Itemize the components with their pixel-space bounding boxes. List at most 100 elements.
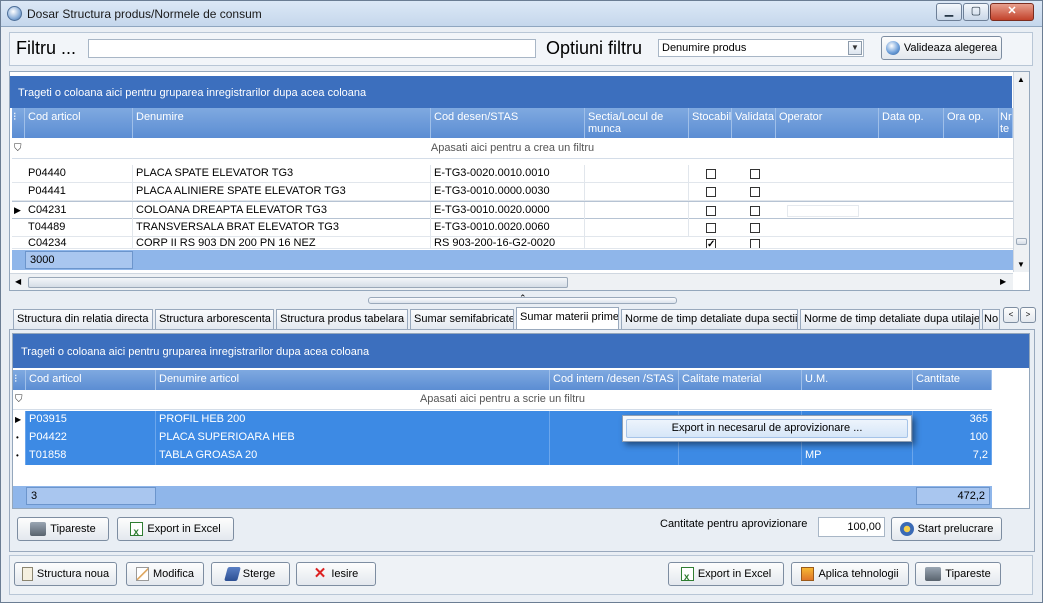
eraser-icon (223, 567, 241, 582)
validata-checkbox[interactable] (750, 223, 760, 233)
table-row[interactable]: C04234 CORP II RS 903 DN 200 PN 16 NEZ R… (12, 237, 1013, 249)
col-data-op[interactable]: Data op. (879, 108, 944, 138)
splitter-handle[interactable]: ⌃ (368, 293, 677, 304)
new-structure-button[interactable]: Structura noua (14, 562, 117, 586)
column-chooser-icon[interactable]: ⁝ (12, 108, 25, 138)
cell-denumire: PLACA SUPERIOARA HEB (156, 429, 550, 447)
chevron-up-icon[interactable]: ⌃ (519, 293, 527, 304)
cell-cantitate: 100 (913, 429, 992, 447)
filter-bar: Filtru ... Optiuni filtru Denumire produ… (9, 32, 1033, 66)
cell-cod: C04231 (25, 202, 133, 220)
table-row-current[interactable]: ▶ C04231 COLOANA DREAPTA ELEVATOR TG3 E-… (12, 201, 1013, 220)
col-stocabil[interactable]: Stocabil (689, 108, 732, 138)
stocabil-checkbox[interactable] (706, 237, 716, 248)
export-excel-bottom-button[interactable]: x Export in Excel (668, 562, 784, 586)
scrollbar-thumb[interactable] (1016, 238, 1027, 245)
cell-cod: T04489 (25, 219, 133, 237)
col-cod-articol[interactable]: Cod articol (26, 370, 156, 390)
col-calitate[interactable]: Calitate material (679, 370, 802, 390)
tab-sumar-semifabricate[interactable]: Sumar semifabricate (410, 309, 514, 329)
modify-button[interactable]: Modifica (126, 562, 204, 586)
col-sectia[interactable]: Sectia/Locul de munca (585, 108, 689, 138)
scroll-up-icon[interactable]: ▲ (1017, 75, 1025, 84)
cell-sectia (585, 165, 689, 183)
col-cod-articol[interactable]: Cod articol (25, 108, 133, 138)
close-button[interactable]: ✕ (990, 3, 1034, 21)
filter-row[interactable]: ⛉ Apasati aici pentru a scrie un filtru (13, 390, 992, 410)
col-cod-intern[interactable]: Cod intern /desen /STAS (550, 370, 679, 390)
tab-structura-arborescenta[interactable]: Structura arborescenta (155, 309, 274, 329)
table-row[interactable]: P04440 PLACA SPATE ELEVATOR TG3 E-TG3-00… (12, 165, 1013, 183)
cell-denumire: PLACA ALINIERE SPATE ELEVATOR TG3 (133, 183, 431, 201)
col-denumire[interactable]: Denumire (133, 108, 431, 138)
export-excel-button[interactable]: x Export in Excel (117, 517, 234, 541)
col-denumire-articol[interactable]: Denumire articol (156, 370, 550, 390)
tab-norme-utilaje[interactable]: Norme de timp detaliate dupa utilaje (800, 309, 980, 329)
stocabil-checkbox[interactable] (706, 206, 716, 216)
cell-denumire: COLOANA DREAPTA ELEVATOR TG3 (133, 202, 431, 220)
filter-row-hint: Apasati aici pentru a crea un filtru (430, 142, 595, 154)
col-validata[interactable]: Validata (732, 108, 776, 138)
start-processing-button[interactable]: Start prelucrare (891, 517, 1002, 541)
row-indicator-icon: • (13, 447, 26, 465)
print-button[interactable]: Tipareste (17, 517, 109, 541)
cell-denumire: PLACA SPATE ELEVATOR TG3 (133, 165, 431, 183)
vertical-scrollbar[interactable]: ▲ ▼ (1013, 72, 1029, 272)
scroll-right-icon[interactable]: ▶ (1000, 277, 1006, 286)
delete-button[interactable]: Sterge (211, 562, 290, 586)
cell-desen: RS 903-200-16-G2-0020 (431, 237, 585, 248)
exit-button[interactable]: ✕ Iesire (296, 562, 376, 586)
col-ora-op[interactable]: Ora op. (944, 108, 999, 138)
tab-norme-sectii[interactable]: Norme de timp detaliate dupa sectii (621, 309, 798, 329)
col-cod-desen[interactable]: Cod desen/STAS (431, 108, 585, 138)
stocabil-checkbox[interactable] (706, 169, 716, 179)
group-by-area[interactable]: Trageti o coloana aici pentru gruparea i… (10, 76, 1012, 108)
chevron-down-icon[interactable]: ▼ (848, 41, 862, 55)
tab-overflow[interactable]: No (982, 309, 1000, 329)
stocabil-checkbox[interactable] (706, 187, 716, 197)
filter-options-select[interactable]: Denumire produs ▼ (658, 39, 864, 57)
operator-cell-editor[interactable] (787, 205, 859, 217)
stocabil-checkbox[interactable] (706, 223, 716, 233)
apply-technologies-label: Aplica tehnologii (818, 568, 899, 580)
tabs-scroll-right-icon[interactable]: > (1020, 307, 1036, 323)
cell-denumire: TABLA GROASA 20 (156, 447, 550, 465)
products-grid: Trageti o coloana aici pentru gruparea i… (9, 71, 1030, 291)
tab-structura-directa[interactable]: Structura din relatia directa (13, 309, 153, 329)
column-chooser-icon[interactable]: ⁝ (13, 370, 26, 390)
tab-sumar-materii-prime[interactable]: Sumar materii prime (516, 307, 619, 330)
tabs-scroll-left-icon[interactable]: < (1003, 307, 1019, 323)
apply-technologies-button[interactable]: Aplica tehnologii (791, 562, 909, 586)
maximize-button[interactable]: ▢ (963, 3, 989, 21)
horizontal-scrollbar[interactable]: ◀ ▶ (10, 273, 1013, 290)
funnel-icon: ⛉ (14, 143, 22, 154)
minimize-button[interactable]: ▁ (936, 3, 962, 21)
scroll-left-icon[interactable]: ◀ (15, 277, 21, 286)
validata-checkbox[interactable] (750, 206, 760, 216)
funnel-icon: ⛉ (15, 394, 23, 405)
validata-checkbox[interactable] (750, 187, 760, 197)
cell-desen: E-TG3-0010.0020.0000 (431, 202, 585, 220)
validata-checkbox[interactable] (750, 239, 760, 248)
table-row[interactable]: • T01858 TABLA GROASA 20 MP 7,2 (13, 447, 992, 465)
group-by-area[interactable]: Trageti o coloana aici pentru gruparea i… (13, 334, 1029, 368)
export-necesar-menu-item[interactable]: Export in necesarul de aprovizionare ... (626, 419, 908, 438)
cell-cod: P04440 (25, 165, 133, 183)
validate-button[interactable]: Valideaza alegerea (881, 36, 1002, 60)
quantity-input[interactable] (818, 517, 885, 537)
print-bottom-button[interactable]: Tipareste (915, 562, 1001, 586)
filter-row[interactable]: ⛉ Apasati aici pentru a crea un filtru (12, 139, 1013, 159)
scroll-down-icon[interactable]: ▼ (1017, 260, 1025, 269)
tab-structura-tabelara[interactable]: Structura produs tabelara (276, 309, 408, 329)
validata-checkbox[interactable] (750, 169, 760, 179)
col-operator[interactable]: Operator (776, 108, 879, 138)
app-icon (7, 6, 22, 21)
col-nr-te[interactable]: Nr te (999, 108, 1013, 138)
col-um[interactable]: U.M. (802, 370, 913, 390)
scrollbar-thumb-h[interactable] (28, 277, 568, 288)
filter-input[interactable] (88, 39, 536, 58)
col-cantitate[interactable]: Cantitate (913, 370, 992, 390)
table-row[interactable]: P04441 PLACA ALINIERE SPATE ELEVATOR TG3… (12, 183, 1013, 201)
table-row[interactable]: T04489 TRANSVERSALA BRAT ELEVATOR TG3 E-… (12, 219, 1013, 237)
cell-cod: T01858 (26, 447, 156, 465)
